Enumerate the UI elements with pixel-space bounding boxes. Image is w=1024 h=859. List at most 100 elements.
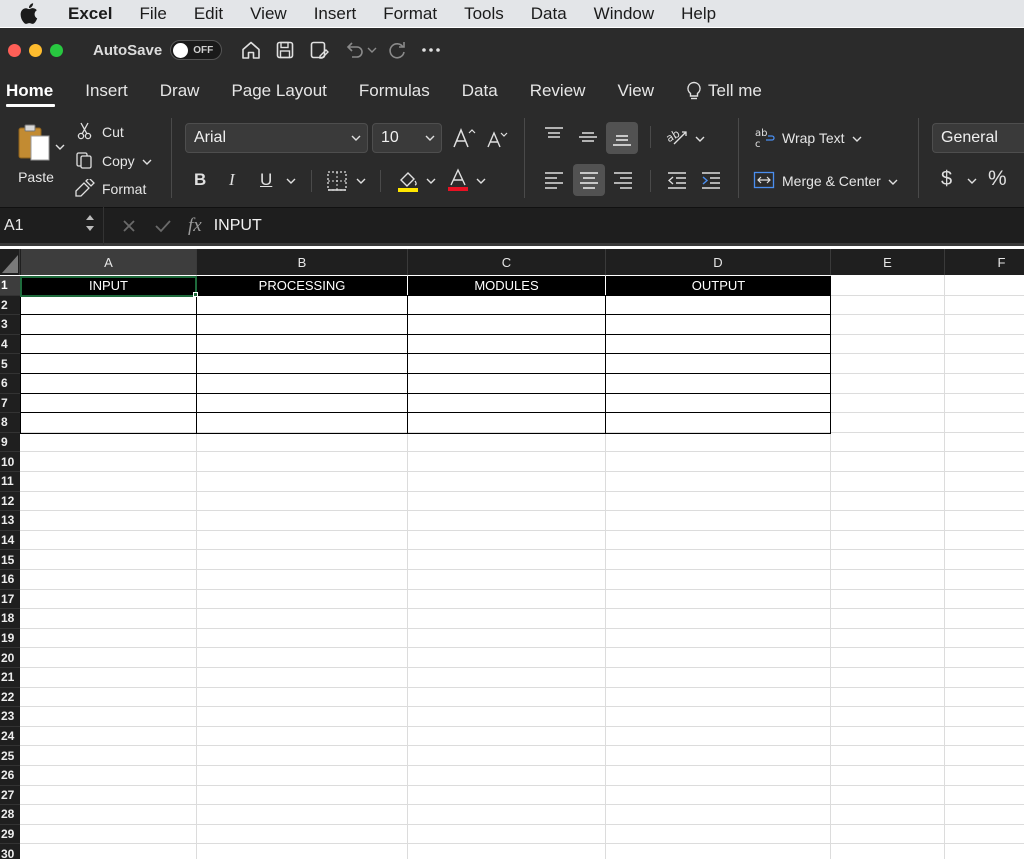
row-header-5[interactable]: 5 xyxy=(0,354,20,374)
row-header-13[interactable]: 13 xyxy=(0,511,20,531)
row-header-16[interactable]: 16 xyxy=(0,570,20,590)
align-center-icon[interactable] xyxy=(573,164,605,196)
align-middle-icon[interactable] xyxy=(577,127,599,147)
font-color-icon[interactable] xyxy=(446,167,470,193)
bold-button[interactable]: B xyxy=(194,170,206,190)
row-header-17[interactable]: 17 xyxy=(0,589,20,610)
select-all-corner[interactable] xyxy=(0,249,20,275)
undo-dropdown-chevron-icon[interactable] xyxy=(366,39,378,61)
underline-button[interactable]: U xyxy=(260,170,272,190)
tab-formulas[interactable]: Formulas xyxy=(343,72,446,110)
orientation-chevron-icon[interactable] xyxy=(695,135,705,143)
cell-b1[interactable]: PROCESSING xyxy=(197,276,408,295)
borders-icon[interactable] xyxy=(326,170,348,192)
decrease-indent-icon[interactable] xyxy=(666,170,688,190)
copy-dropdown-chevron-icon[interactable] xyxy=(142,153,152,169)
row-header-23[interactable]: 23 xyxy=(0,707,20,727)
more-options-icon[interactable] xyxy=(420,39,442,61)
menu-insert[interactable]: Insert xyxy=(314,4,357,24)
row-header-26[interactable]: 26 xyxy=(0,766,20,786)
fill-color-chevron-icon[interactable] xyxy=(426,177,436,185)
borders-chevron-icon[interactable] xyxy=(356,177,366,185)
row-header-1[interactable]: 1 xyxy=(0,276,20,296)
cancel-entry-icon[interactable] xyxy=(122,219,136,233)
row-header-29[interactable]: 29 xyxy=(0,824,20,845)
undo-icon[interactable] xyxy=(344,39,366,61)
column-header-a[interactable]: A xyxy=(21,249,197,275)
copy-button[interactable]: Copy xyxy=(74,150,152,172)
tab-home[interactable]: Home xyxy=(0,72,69,110)
row-header-28[interactable]: 28 xyxy=(0,805,20,825)
menu-help[interactable]: Help xyxy=(681,4,716,24)
menu-format[interactable]: Format xyxy=(383,4,437,24)
row-header-24[interactable]: 24 xyxy=(0,726,20,747)
row-header-14[interactable]: 14 xyxy=(0,530,20,551)
column-header-c[interactable]: C xyxy=(408,249,606,275)
menu-window[interactable]: Window xyxy=(594,4,654,24)
currency-chevron-icon[interactable] xyxy=(967,177,977,185)
tab-view[interactable]: View xyxy=(601,72,670,110)
tab-page-layout[interactable]: Page Layout xyxy=(215,72,342,110)
cut-button[interactable]: Cut xyxy=(76,122,124,142)
close-window-button[interactable] xyxy=(8,43,21,57)
percent-format-button[interactable]: % xyxy=(988,167,1007,191)
align-top-icon[interactable] xyxy=(543,125,565,145)
row-header-19[interactable]: 19 xyxy=(0,628,20,649)
paste-button[interactable]: Paste xyxy=(8,122,64,188)
row-header-15[interactable]: 15 xyxy=(0,550,20,570)
name-box-stepper-icon[interactable] xyxy=(85,212,95,239)
menu-tools[interactable]: Tools xyxy=(464,4,504,24)
paste-dropdown-chevron-icon[interactable] xyxy=(55,138,65,154)
row-header-11[interactable]: 11 xyxy=(0,472,20,492)
tab-data[interactable]: Data xyxy=(446,72,514,110)
row-header-9[interactable]: 9 xyxy=(0,432,20,453)
row-header-4[interactable]: 4 xyxy=(0,334,20,355)
zoom-window-button[interactable] xyxy=(50,43,63,57)
row-header-6[interactable]: 6 xyxy=(0,374,20,394)
tab-review[interactable]: Review xyxy=(514,72,602,110)
fill-handle[interactable] xyxy=(193,292,198,297)
insert-function-icon[interactable]: fx xyxy=(188,215,202,237)
wrap-text-chevron-icon[interactable] xyxy=(852,130,862,146)
tab-draw[interactable]: Draw xyxy=(144,72,216,110)
align-bottom-icon[interactable] xyxy=(606,122,638,154)
cell-d1[interactable]: OUTPUT xyxy=(606,276,831,295)
menu-edit[interactable]: Edit xyxy=(194,4,223,24)
redo-icon[interactable] xyxy=(386,39,408,61)
increase-font-size-icon[interactable] xyxy=(452,127,476,149)
cell-c1[interactable]: MODULES xyxy=(408,276,606,295)
number-format-dropdown[interactable]: General xyxy=(932,123,1024,153)
save-as-icon[interactable] xyxy=(308,39,330,61)
row-header-27[interactable]: 27 xyxy=(0,785,20,806)
merge-center-button[interactable]: Merge & Center xyxy=(753,170,898,192)
font-color-chevron-icon[interactable] xyxy=(476,177,486,185)
row-header-30[interactable]: 30 xyxy=(0,844,20,859)
row-header-12[interactable]: 12 xyxy=(0,491,20,512)
autosave-toggle[interactable]: OFF xyxy=(170,40,223,60)
spreadsheet-grid[interactable]: A B C D E F 1 2 3 4 5 6 7 8 9 10 11 12 13 14 15 16 17 18 1… xyxy=(0,249,1024,859)
row-header-20[interactable]: 20 xyxy=(0,648,20,668)
italic-button[interactable]: I xyxy=(229,170,235,190)
increase-indent-icon[interactable] xyxy=(700,170,722,190)
row-header-2[interactable]: 2 xyxy=(0,295,20,316)
format-painter-button[interactable]: Format xyxy=(74,176,146,200)
menu-app-excel[interactable]: Excel xyxy=(68,4,112,24)
name-box[interactable]: A1 xyxy=(0,206,104,245)
underline-chevron-icon[interactable] xyxy=(286,177,296,185)
column-header-d[interactable]: D xyxy=(606,249,831,275)
row-header-21[interactable]: 21 xyxy=(0,668,20,688)
row-header-22[interactable]: 22 xyxy=(0,687,20,708)
tab-insert[interactable]: Insert xyxy=(69,72,144,110)
orientation-icon[interactable]: ab xyxy=(664,126,690,148)
decrease-font-size-icon[interactable] xyxy=(486,130,508,148)
menu-file[interactable]: File xyxy=(139,4,166,24)
font-size-dropdown[interactable]: 10 xyxy=(372,123,442,153)
column-header-b[interactable]: B xyxy=(197,249,408,275)
formula-input[interactable]: INPUT xyxy=(214,217,262,235)
row-header-10[interactable]: 10 xyxy=(0,452,20,472)
home-icon[interactable] xyxy=(240,39,262,61)
font-name-dropdown[interactable]: Arial xyxy=(185,123,368,153)
minimize-window-button[interactable] xyxy=(29,43,42,57)
column-header-f[interactable]: F xyxy=(945,249,1024,275)
align-left-icon[interactable] xyxy=(543,170,565,190)
